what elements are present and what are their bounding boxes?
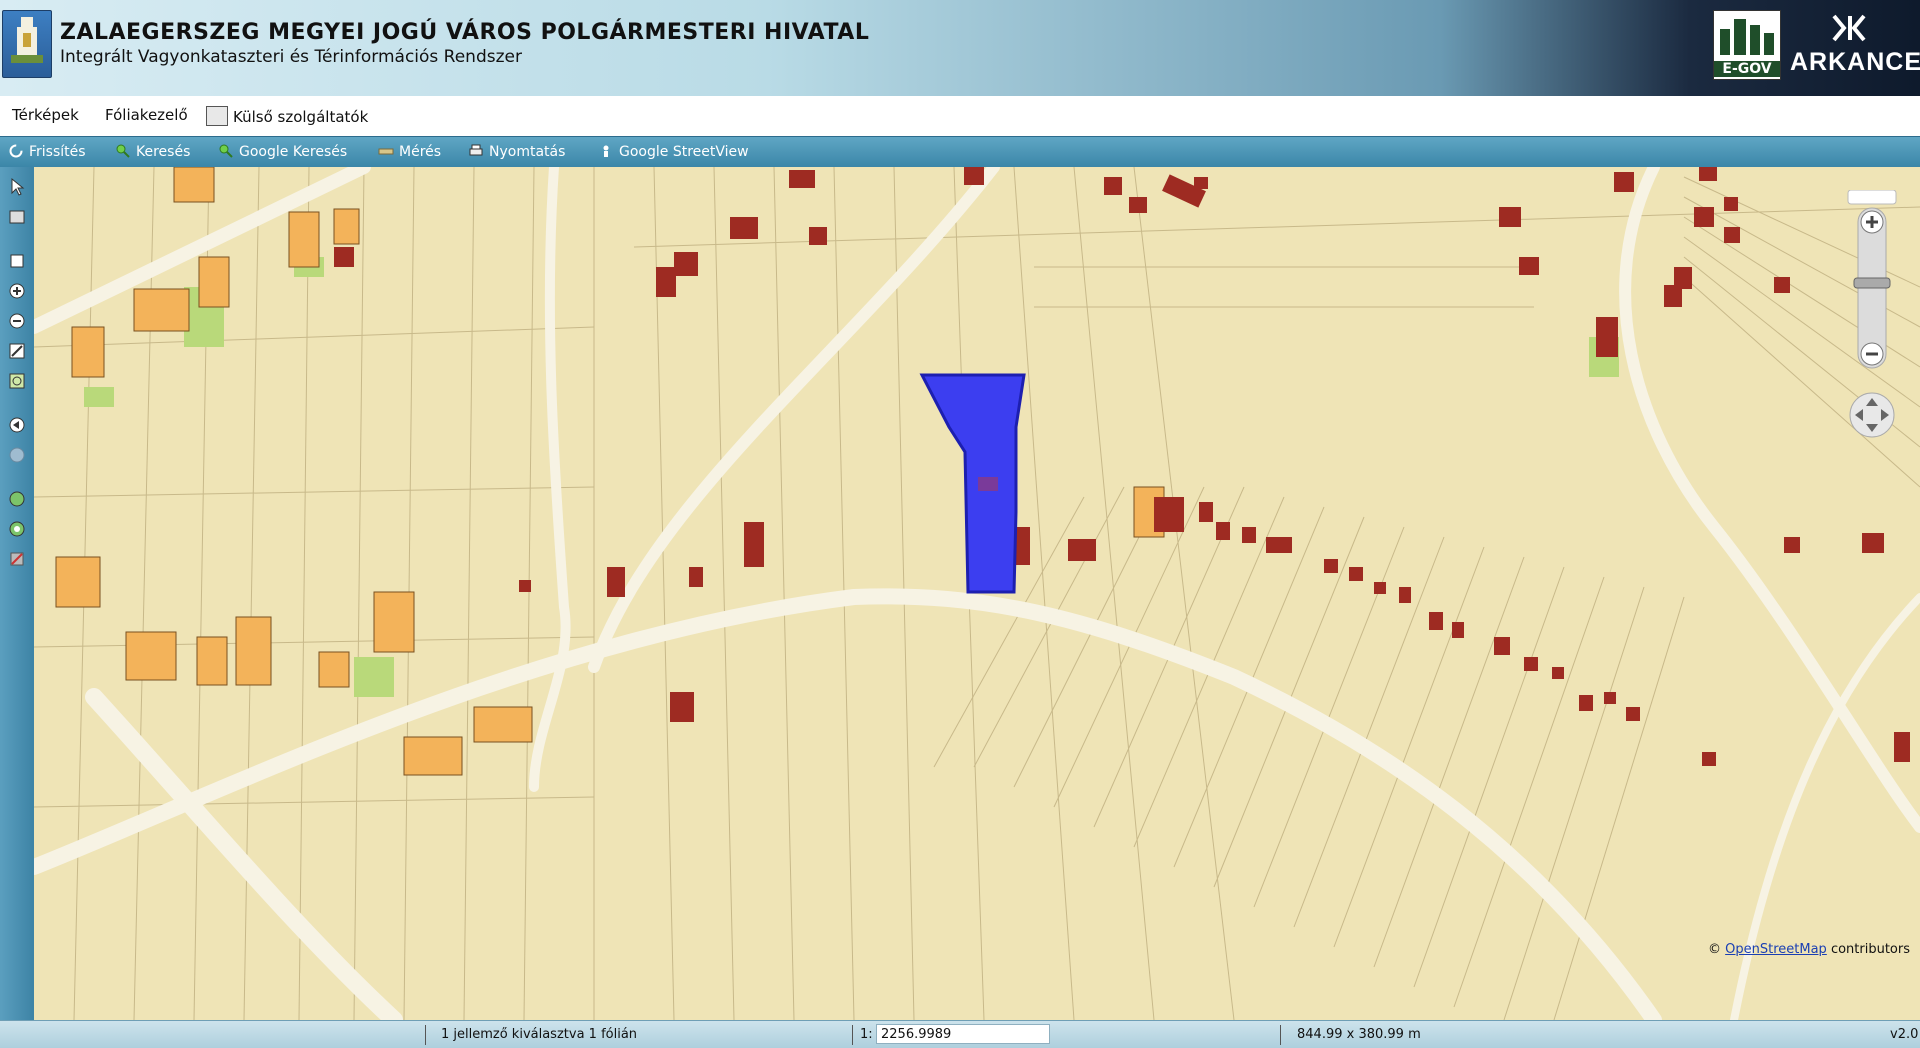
selected-parcel-building (978, 477, 998, 491)
search-button[interactable]: Keresés (115, 143, 190, 160)
menu-maps[interactable]: Térképek (12, 106, 79, 124)
cityscape-egov-logo: E-GOV (1713, 10, 1781, 80)
print-button[interactable]: Nyomtatás (468, 143, 565, 160)
streetview-button[interactable]: Google StreetView (598, 143, 749, 160)
map-toolbar: Frissítés Keresés Google Keresés Mérés N… (0, 136, 1920, 168)
map-canvas[interactable]: © OpenStreetMap contributors (34, 167, 1920, 1020)
info-tool-icon[interactable] (7, 489, 27, 509)
printer-icon (469, 144, 483, 156)
zoom-extent-icon[interactable] (7, 371, 27, 391)
measure-button[interactable]: Mérés (378, 143, 441, 160)
arkance-logo: ARKANCE (1790, 48, 1920, 76)
print-label: Nyomtatás (489, 144, 566, 160)
egov-label: E-GOV (1714, 61, 1780, 77)
edit-tool-icon[interactable] (7, 549, 27, 569)
zoom-out-tool-icon[interactable] (7, 311, 27, 331)
status-separator (852, 1025, 853, 1045)
status-separator (1280, 1025, 1281, 1045)
external-services-icon (206, 106, 228, 126)
app-title: ZALAEGERSZEG MEGYEI JOGÚ VÁROS POLGÁRMES… (60, 20, 870, 45)
menu-layer-manager[interactable]: Fóliakezelő (105, 106, 188, 124)
measure-label: Mérés (399, 144, 442, 160)
city-crest-logo (2, 10, 52, 78)
google-search-label: Google Keresés (239, 144, 348, 160)
status-separator (425, 1025, 426, 1045)
menu-external-label: Külső szolgáltatók (233, 108, 369, 126)
attribution-suffix: contributors (1826, 942, 1910, 957)
menu-external-services[interactable]: Külső szolgáltatók (206, 106, 368, 126)
zoom-in-tool-icon[interactable] (7, 281, 27, 301)
app-subtitle: Integrált Vagyonkataszteri és Térinformá… (60, 47, 522, 67)
google-search-icon (219, 144, 233, 158)
openstreetmap-link[interactable]: OpenStreetMap (1725, 942, 1827, 957)
google-search-button[interactable]: Google Keresés (218, 143, 347, 160)
arkance-mark-icon (1832, 14, 1866, 42)
zoom-world-button[interactable] (1847, 190, 1897, 205)
pointer-tool-icon[interactable] (7, 177, 27, 197)
map-attribution: © OpenStreetMap contributors (1708, 942, 1910, 957)
streetview-label: Google StreetView (619, 144, 749, 160)
previous-view-icon[interactable] (7, 415, 27, 435)
selected-parcel[interactable] (919, 373, 1026, 594)
app-header: ZALAEGERSZEG MEGYEI JOGÚ VÁROS POLGÁRMES… (0, 0, 1920, 96)
left-tool-strip (0, 167, 34, 1020)
zoom-box-icon[interactable] (7, 251, 27, 271)
zoom-control (1847, 190, 1897, 438)
menu-bar: Térképek Fóliakezelő Külső szolgáltatók (0, 96, 1920, 136)
search-icon (116, 144, 130, 158)
refresh-button[interactable]: Frissítés (8, 143, 86, 160)
scale-prefix: 1: (860, 1027, 873, 1042)
search-label: Keresés (136, 144, 191, 160)
streetview-icon (603, 145, 609, 157)
app-version: v2.0 (1890, 1027, 1919, 1042)
refresh-label: Frissítés (29, 144, 86, 160)
next-view-icon[interactable] (7, 445, 27, 465)
status-bar: 1 jellemző kiválasztva 1 fólián 1: 2256.… (0, 1020, 1920, 1048)
ruler-icon (378, 148, 394, 155)
identify-tool-icon[interactable] (7, 519, 27, 539)
zoom-slider-handle[interactable] (1853, 277, 1891, 289)
refresh-icon (9, 144, 23, 158)
scale-input[interactable]: 2256.9989 (876, 1024, 1050, 1044)
pan-tool-icon[interactable] (7, 341, 27, 361)
map-extent: 844.99 x 380.99 m (1297, 1027, 1421, 1042)
attribution-prefix: © (1708, 942, 1726, 957)
selection-status: 1 jellemző kiválasztva 1 fólián (441, 1027, 638, 1042)
map-svg (34, 167, 1920, 1020)
select-tool-icon[interactable] (7, 207, 27, 227)
